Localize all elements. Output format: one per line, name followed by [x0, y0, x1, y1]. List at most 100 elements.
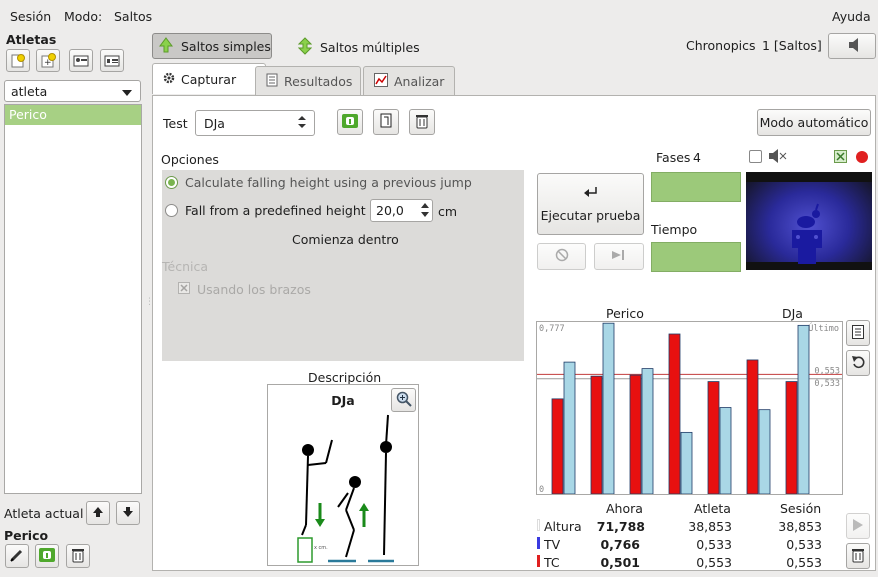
- chart-bar-contact: [629, 374, 642, 495]
- stats-header-athlete: Atleta: [694, 501, 731, 516]
- tab-capture[interactable]: Capturar: [152, 63, 266, 94]
- chevron-down-icon: [122, 84, 132, 99]
- radio-predefined-height[interactable]: Fall from a predefined height: [165, 203, 366, 218]
- description-image: DJa x cm.: [267, 384, 419, 566]
- stat-height-athlete: 38,853: [688, 519, 732, 534]
- arrow-up-green-icon: [159, 36, 173, 56]
- menu-help[interactable]: Ayuda: [832, 9, 871, 24]
- drop-jump-figure-icon: [297, 414, 394, 563]
- time-display: [651, 242, 741, 272]
- delete-athlete-button[interactable]: [66, 544, 90, 568]
- chart-last-label: Último: [808, 322, 839, 334]
- close-video-icon[interactable]: [834, 150, 847, 166]
- chart-reference-label: 0,533: [814, 379, 840, 389]
- test-select[interactable]: DJa: [195, 110, 315, 136]
- stats-label-tv: TV: [544, 537, 561, 552]
- spin-arrows-icon[interactable]: [421, 202, 429, 221]
- edit-athlete-button[interactable]: [69, 49, 93, 72]
- add-athlete-button[interactable]: [6, 49, 30, 72]
- stat-tv-session: 0,533: [786, 537, 822, 552]
- current-athlete-info-button[interactable]: [35, 544, 59, 568]
- zoom-button[interactable]: [391, 388, 416, 412]
- radio-previous-jump[interactable]: Calculate falling height using a previou…: [165, 175, 472, 190]
- list-item[interactable]: Perico: [5, 105, 141, 125]
- options-panel: [162, 170, 524, 361]
- chart-reference-label: 0,553: [814, 366, 840, 376]
- new-persons-icon: +: [40, 52, 56, 69]
- height-spinner[interactable]: 20,0: [370, 199, 433, 222]
- athlete-filter-select[interactable]: atleta: [4, 80, 141, 102]
- athlete-down-button[interactable]: [116, 501, 140, 525]
- simple-jumps-button[interactable]: Saltos simples: [152, 33, 272, 59]
- execute-test-label: Ejecutar prueba: [540, 208, 641, 223]
- kangaroo-mascot-icon: [792, 203, 822, 264]
- video-preview: [746, 172, 872, 270]
- radio-selected-indicator: [165, 176, 178, 189]
- pane-handle-icon[interactable]: ⋮: [145, 297, 154, 307]
- speaker-muted-icon[interactable]: [768, 149, 788, 166]
- height-unit: cm: [438, 204, 458, 219]
- athlete-info-button[interactable]: [100, 49, 124, 72]
- chart-title-right: DJa: [782, 306, 803, 321]
- athlete-up-button[interactable]: [86, 501, 110, 525]
- speaker-icon: [843, 37, 861, 55]
- chart-svg: 0,777 0 Último 0,553 0,533: [537, 322, 842, 495]
- stat-tc-now: 0,501: [600, 555, 640, 570]
- chronopics-label: Chronopics: [686, 38, 756, 53]
- undo-icon: [851, 355, 865, 372]
- menu-session[interactable]: Sesión: [10, 9, 51, 24]
- height-value: 20,0: [376, 203, 404, 218]
- radio-predefined-height-label: Fall from a predefined height: [185, 203, 366, 218]
- play-button[interactable]: [846, 513, 870, 539]
- menu-jumps[interactable]: Saltos: [114, 9, 152, 24]
- stat-tv-now: 0,766: [600, 537, 640, 552]
- options-header: Opciones: [161, 152, 219, 167]
- chart-bar-flight: [758, 409, 771, 495]
- time-label: Tiempo: [651, 222, 698, 237]
- tab-results[interactable]: Resultados: [255, 66, 361, 96]
- finish-test-button[interactable]: [594, 243, 644, 270]
- test-info-button[interactable]: [337, 109, 363, 135]
- current-athlete-name: Perico: [4, 528, 49, 543]
- video-checkbox[interactable]: [749, 150, 762, 163]
- tc-color-marker: [537, 555, 540, 567]
- multiple-jumps-button[interactable]: Saltos múltiples: [297, 37, 420, 58]
- tab-capture-label: Capturar: [181, 71, 237, 87]
- chart-refresh-button[interactable]: [846, 350, 870, 376]
- cancel-test-button[interactable]: [537, 243, 586, 270]
- chronopics-status: 1 [Saltos]: [762, 38, 822, 53]
- new-person-icon: [10, 53, 26, 69]
- stat-tc-session: 0,553: [786, 555, 822, 570]
- test-delete-button[interactable]: [409, 109, 435, 135]
- record-indicator-icon: [856, 151, 868, 163]
- chart-report-button[interactable]: [846, 320, 870, 346]
- enter-arrow-icon: [583, 185, 598, 200]
- chart-bar-contact: [668, 333, 681, 495]
- person-card-icon: [73, 53, 89, 69]
- test-label: Test: [163, 116, 188, 131]
- add-multiple-athletes-button[interactable]: +: [36, 49, 60, 72]
- chart-zero-label: 0: [539, 485, 544, 494]
- arrow-down-icon: [122, 506, 134, 521]
- tab-analyze[interactable]: Analizar: [363, 66, 455, 96]
- person-list-icon: [104, 53, 120, 69]
- cancel-circle-icon: [555, 248, 569, 265]
- zoom-in-icon: [396, 391, 412, 410]
- phases-display: [651, 172, 741, 202]
- chart-icon: [374, 73, 388, 90]
- chronopics-sound-button[interactable]: [828, 33, 876, 59]
- athletes-list: Perico: [4, 104, 142, 494]
- execute-test-button[interactable]: Ejecutar prueba: [537, 173, 644, 235]
- auto-mode-label: Modo automático: [759, 115, 869, 130]
- stat-tc-athlete: 0,553: [696, 555, 732, 570]
- auto-mode-button[interactable]: Modo automático: [757, 109, 871, 136]
- trash-icon: [851, 547, 865, 566]
- test-new-button[interactable]: [373, 109, 399, 135]
- info-card-icon: [342, 113, 358, 131]
- menu-mode[interactable]: Modo:: [64, 9, 102, 24]
- info-card-icon: [39, 547, 55, 565]
- arms-checkbox[interactable]: Usando los brazos: [178, 282, 311, 297]
- edit-current-athlete-button[interactable]: [5, 544, 29, 568]
- delete-jump-button[interactable]: [846, 543, 870, 569]
- multiple-jumps-label: Saltos múltiples: [320, 40, 420, 55]
